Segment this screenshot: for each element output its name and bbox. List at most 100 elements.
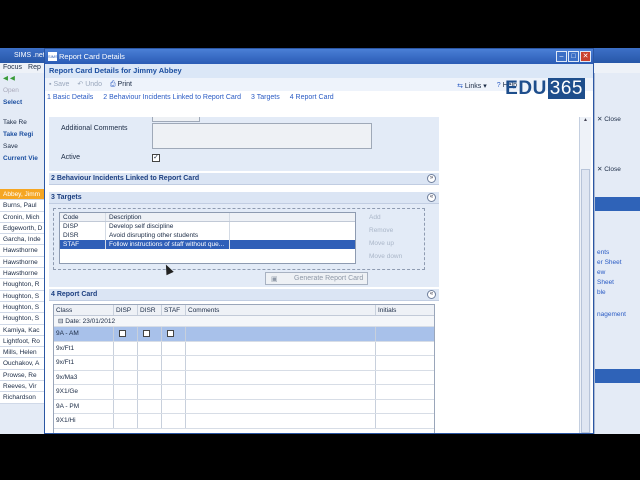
target-cell[interactable]: [114, 327, 138, 341]
student-row[interactable]: Houghton, S: [0, 290, 45, 302]
move-up-button[interactable]: Move up: [369, 240, 394, 247]
target-cell[interactable]: [138, 370, 162, 384]
target-cell[interactable]: [162, 327, 186, 341]
student-row[interactable]: Hawsthorne: [0, 268, 45, 280]
close-icon[interactable]: ✕: [580, 51, 591, 62]
target-cell[interactable]: [162, 356, 186, 370]
target-cell[interactable]: [138, 385, 162, 399]
student-row[interactable]: Garcha, Inde: [0, 234, 45, 246]
nav-arrows[interactable]: ◀ ◀: [0, 73, 45, 85]
target-cell[interactable]: [138, 341, 162, 355]
student-row[interactable]: Burns, Paul: [0, 200, 45, 212]
student-row[interactable]: Prowse, Re: [0, 369, 45, 382]
student-row[interactable]: Richardson: [0, 392, 45, 404]
expand-icon[interactable]: »: [427, 174, 436, 183]
collapse-icon-2[interactable]: «: [427, 290, 436, 299]
report-card-row[interactable]: 9X1/Hi: [54, 414, 434, 429]
target-cell[interactable]: [162, 399, 186, 413]
active-checkbox[interactable]: ✓: [152, 154, 160, 162]
student-row[interactable]: Reeves, Vir: [0, 381, 45, 393]
comments-cell[interactable]: [186, 385, 376, 399]
comments-cell[interactable]: [186, 414, 376, 428]
initials-cell[interactable]: [376, 342, 434, 356]
target-row[interactable]: DISR Avoid disrupting other students: [60, 231, 355, 240]
col-description[interactable]: Description: [106, 213, 230, 221]
comments-cell[interactable]: [186, 370, 376, 384]
col-code[interactable]: Code: [60, 213, 106, 221]
undo-button[interactable]: ↶ Undo: [77, 78, 102, 91]
target-checkbox[interactable]: [119, 330, 126, 337]
report-card-row[interactable]: 9x/Ft1: [54, 341, 434, 356]
target-cell[interactable]: [162, 414, 186, 428]
report-card-row[interactable]: 9X1/Ge: [54, 385, 434, 400]
open-button[interactable]: Open: [0, 85, 45, 97]
right-link[interactable]: ents: [597, 249, 639, 257]
minimize-icon[interactable]: –: [556, 51, 567, 62]
right-close-2[interactable]: ✕ Close: [597, 165, 639, 173]
initials-cell[interactable]: [376, 400, 434, 414]
target-cell[interactable]: [162, 370, 186, 384]
student-row[interactable]: Lightfoot, Ro: [0, 335, 45, 348]
scroll-up-icon[interactable]: ▲: [581, 117, 590, 126]
print-button[interactable]: ⎙ Print: [110, 78, 132, 91]
student-row[interactable]: Abbey, Jimm: [0, 189, 45, 201]
nav-report-card[interactable]: 4 Report Card: [290, 91, 334, 104]
add-button[interactable]: Add: [369, 214, 381, 221]
col-disr[interactable]: DISR: [138, 305, 162, 315]
initials-cell[interactable]: [376, 385, 434, 399]
save-button[interactable]: ▪ Save: [49, 78, 69, 91]
nav-basic-details[interactable]: 1 Basic Details: [47, 91, 93, 104]
col-staf[interactable]: STAF: [162, 305, 186, 315]
comments-cell[interactable]: [186, 399, 376, 413]
bg-save-button[interactable]: Save: [0, 141, 45, 153]
links-button[interactable]: ⇆ Links ▾: [457, 82, 487, 90]
report-card-header[interactable]: 4 Report Card «: [49, 289, 439, 301]
target-row[interactable]: STAF Follow instructions of staff without…: [60, 240, 355, 249]
student-row[interactable]: Houghton, S: [0, 313, 45, 325]
target-cell[interactable]: [114, 414, 138, 428]
student-row[interactable]: Houghton, S: [0, 301, 45, 314]
target-cell[interactable]: [114, 356, 138, 370]
target-cell[interactable]: [162, 385, 186, 399]
comments-cell[interactable]: [186, 327, 376, 341]
target-cell[interactable]: [138, 356, 162, 370]
targets-header[interactable]: 3 Targets «: [49, 192, 439, 204]
student-row[interactable]: Mills, Helen: [0, 347, 45, 359]
right-close-1[interactable]: ✕ Close: [597, 115, 639, 123]
generate-report-card-button[interactable]: ▣ Generate Report Card: [265, 272, 368, 285]
right-link[interactable]: nagement: [597, 311, 639, 319]
right-link[interactable]: Sheet: [597, 279, 639, 287]
target-checkbox[interactable]: [143, 330, 150, 337]
student-row[interactable]: Cronin, Mich: [0, 211, 45, 223]
student-row[interactable]: Hawsthorne: [0, 245, 45, 257]
col-comments[interactable]: Comments: [186, 305, 376, 315]
date-field[interactable]: [152, 117, 200, 122]
additional-comments-input[interactable]: [152, 123, 372, 149]
move-down-button[interactable]: Move down: [369, 253, 402, 260]
right-link[interactable]: er Sheet: [597, 259, 639, 267]
target-checkbox[interactable]: [167, 330, 174, 337]
target-cell[interactable]: [138, 399, 162, 413]
col-disp[interactable]: DISP: [114, 305, 138, 315]
right-link[interactable]: ew: [597, 269, 639, 277]
col-initials[interactable]: Initials: [376, 305, 434, 315]
menu-focus[interactable]: Focus: [3, 64, 22, 71]
collapse-icon[interactable]: «: [427, 193, 436, 202]
nav-targets[interactable]: 3 Targets: [251, 91, 280, 104]
target-row[interactable]: DISP Develop self discipline: [60, 222, 355, 231]
student-row[interactable]: Hawsthorne: [0, 256, 45, 269]
student-row[interactable]: Ouchakov, A: [0, 358, 45, 370]
target-cell[interactable]: [138, 327, 162, 341]
col-class[interactable]: Class: [54, 305, 114, 315]
target-cell[interactable]: [114, 385, 138, 399]
initials-cell[interactable]: [376, 356, 434, 370]
initials-cell[interactable]: [376, 414, 434, 428]
initials-cell[interactable]: [376, 371, 434, 385]
behaviour-incidents-header[interactable]: 2 Behaviour Incidents Linked to Report C…: [49, 173, 439, 185]
date-group-row[interactable]: ⊟ Date: 23/01/2012: [54, 316, 434, 327]
right-link[interactable]: ble: [597, 289, 639, 297]
scroll-thumb[interactable]: [581, 169, 590, 433]
target-cell[interactable]: [138, 414, 162, 428]
target-cell[interactable]: [114, 341, 138, 355]
student-row[interactable]: Edgeworth, D: [0, 222, 45, 235]
